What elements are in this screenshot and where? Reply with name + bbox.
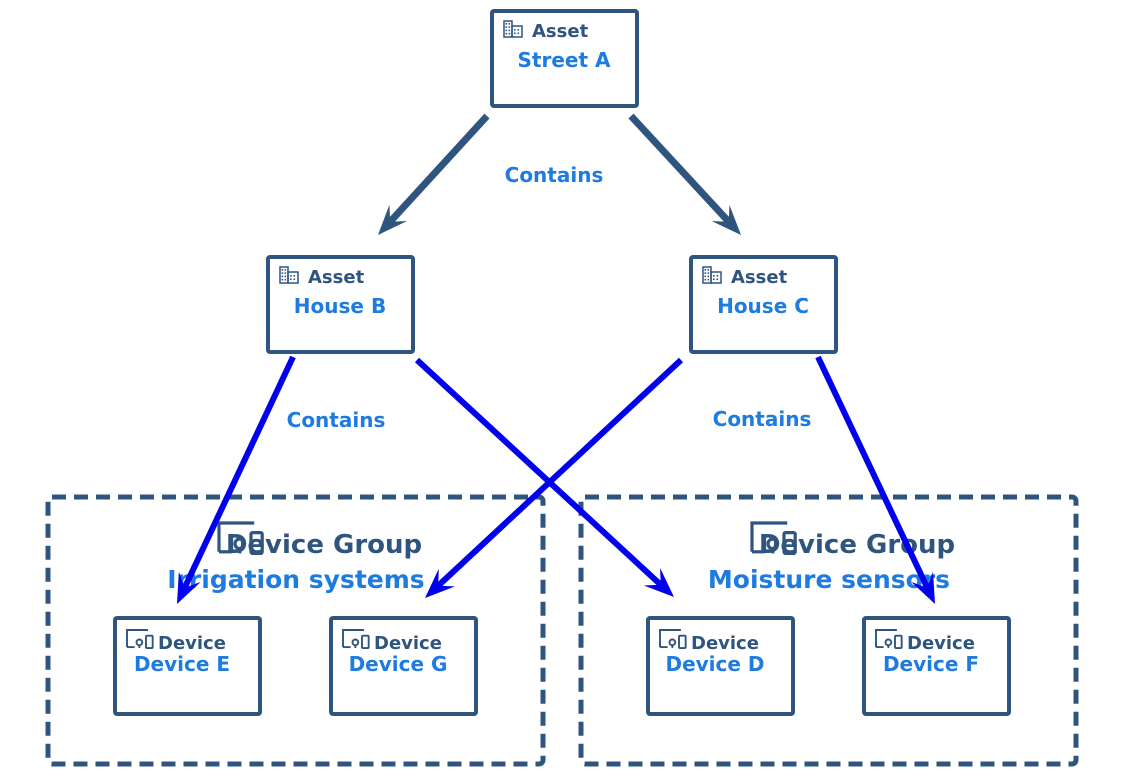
asset-kind-label: Asset xyxy=(532,21,589,42)
asset-node-b[interactable]: Asset House B xyxy=(266,255,415,354)
asset-kind-label: Asset xyxy=(308,267,365,288)
edge-label-contains: Contains xyxy=(713,407,812,431)
group-title: Irrigation systems xyxy=(167,565,424,594)
device-node-d[interactable]: DeviceDevice D xyxy=(646,616,795,716)
edge-a-c xyxy=(628,113,741,235)
edge-label-contains: Contains xyxy=(287,408,386,432)
edge-c-g xyxy=(425,357,684,598)
device-kind-label: Device xyxy=(691,633,759,654)
group-title: Moisture sensors xyxy=(708,565,950,594)
asset-node-c[interactable]: Asset House C xyxy=(689,255,838,354)
device-node-g[interactable]: DeviceDevice G xyxy=(329,616,478,716)
asset-title: House C xyxy=(717,294,809,318)
device-node-e[interactable]: DeviceDevice E xyxy=(113,616,262,716)
group-kind-label: Device Group xyxy=(759,530,955,560)
device-node-f[interactable]: DeviceDevice F xyxy=(862,616,1011,716)
group-kind-label: Device Group xyxy=(226,530,422,560)
device-title: Device G xyxy=(349,652,448,676)
edge-a-b xyxy=(378,113,490,235)
asset-kind-label: Asset xyxy=(731,267,788,288)
edge-label-contains: Contains xyxy=(505,163,604,187)
asset-title: Street A xyxy=(518,48,611,72)
hierarchy-diagram: Device Group Irrigation systems Device Gro… xyxy=(45,9,1079,767)
device-kind-label: Device xyxy=(158,633,226,654)
device-kind-label: Device xyxy=(374,633,442,654)
asset-node-a[interactable]: Asset Street A xyxy=(490,9,639,108)
device-title: Device F xyxy=(883,652,979,676)
device-kind-label: Device xyxy=(907,633,975,654)
asset-title: House B xyxy=(294,294,386,318)
device-title: Device D xyxy=(665,652,764,676)
device-title: Device E xyxy=(134,652,230,676)
